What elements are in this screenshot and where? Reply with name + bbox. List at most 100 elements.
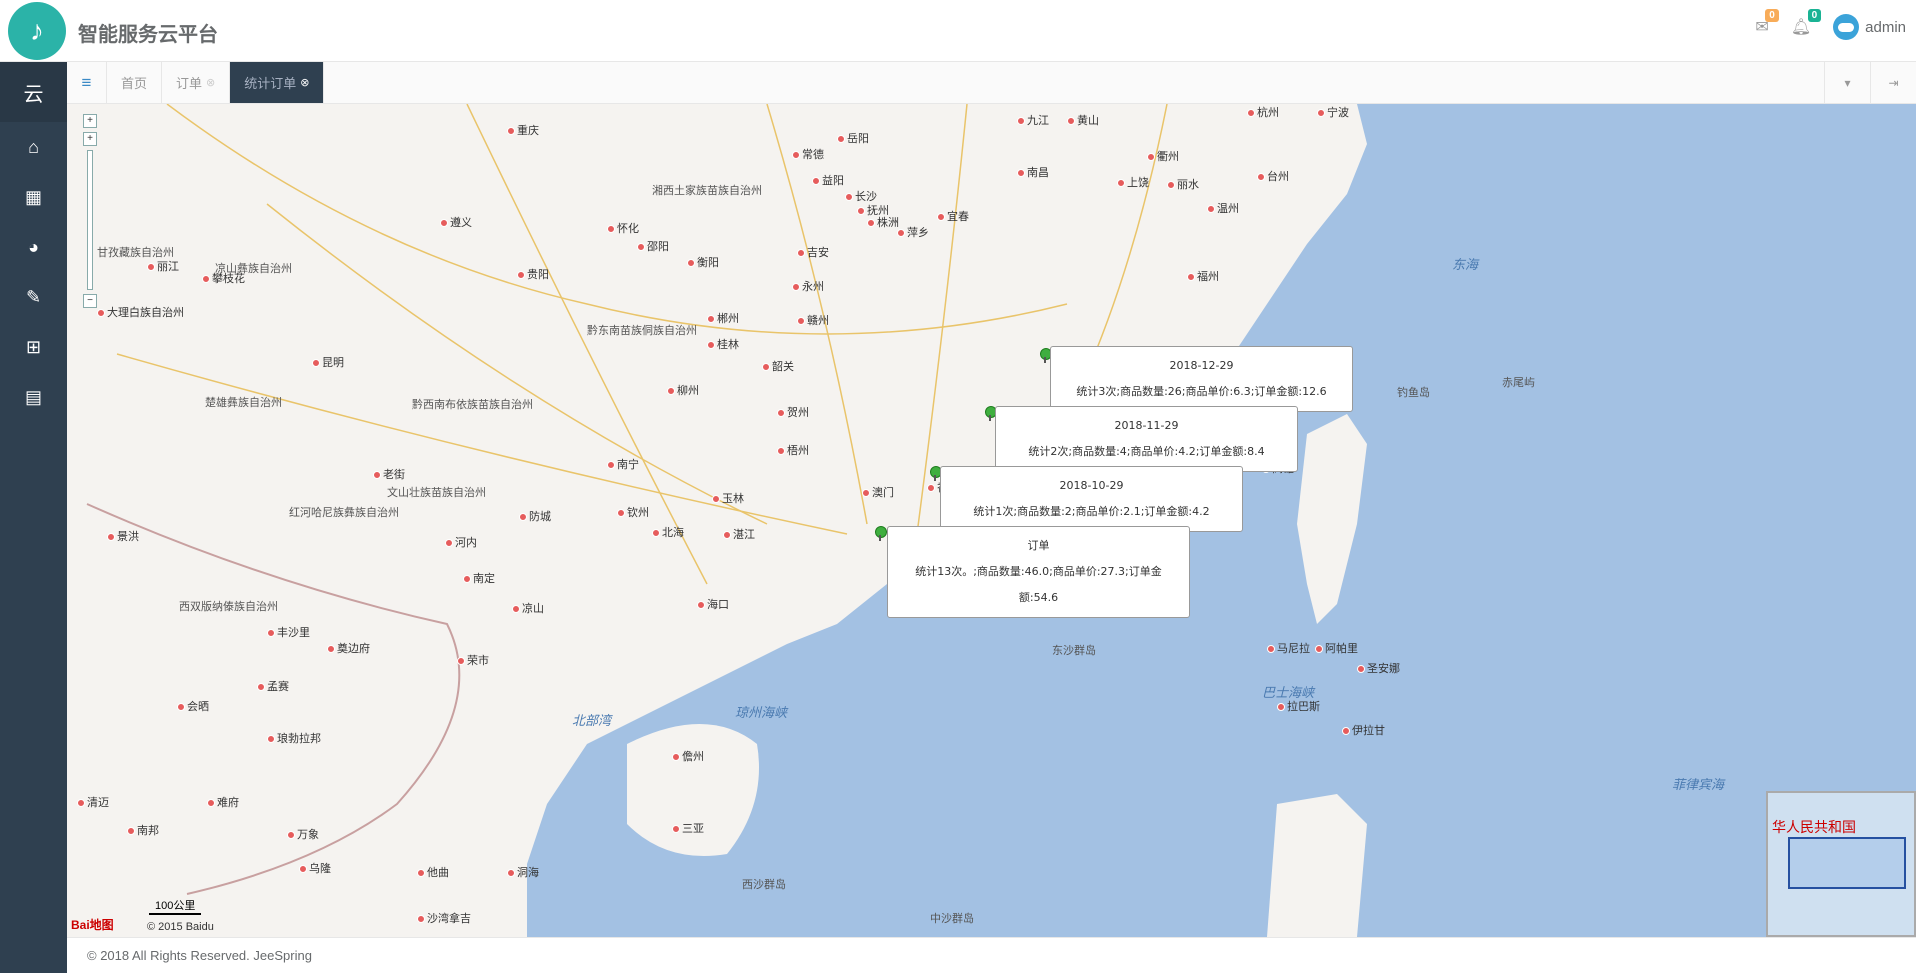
city-label: 防城 (519, 508, 551, 524)
city-label: 圣安娜 (1357, 660, 1400, 676)
zoom-out-button[interactable]: − (83, 294, 97, 308)
city-label: 清迈 (77, 794, 109, 810)
city-label: 黄山 (1067, 112, 1099, 128)
close-icon[interactable]: ⊗ (300, 76, 309, 89)
city-label: 韶关 (762, 358, 794, 374)
sidebar: 云 ⌂ ▦ ◕ ✎ ⊞ ▤ (0, 62, 67, 973)
city-label: 福州 (1187, 268, 1219, 284)
city-label: 温州 (1207, 200, 1239, 216)
overview-map[interactable]: 华人民共和国 (1766, 791, 1916, 937)
city-label: 阿帕里 (1315, 640, 1358, 656)
info-window-text: 统计2次;商品数量:4;商品单价:4.2;订单金额:8.4 (1028, 445, 1265, 458)
city-label: 衢州 (1147, 148, 1179, 164)
city-label: 赣州 (797, 312, 829, 328)
sidebar-item-home[interactable]: ⌂ (0, 122, 67, 172)
city-label: 丽江 (147, 258, 179, 274)
city-label: 邵阳 (637, 238, 669, 254)
city-label: 南宁 (607, 456, 639, 472)
notifications-button[interactable]: 🔔︎ 0 (1791, 9, 1822, 37)
baidu-logo: Bai地图 (71, 918, 114, 932)
logout-button[interactable]: ⇥ (1870, 62, 1916, 103)
sea-label: 北部湾 (572, 714, 612, 729)
island-label: 赤尾屿 (1502, 376, 1535, 389)
region-label: 凉山彝族自治州 (215, 262, 292, 275)
logo[interactable]: ♪ (8, 2, 66, 60)
city-label: 儋州 (672, 748, 704, 764)
tabs-dropdown-button[interactable]: ▾ (1824, 62, 1870, 103)
notifications-badge: 0 (1807, 9, 1822, 22)
zoom-in-button[interactable]: + (83, 132, 97, 146)
city-label: 凉山 (512, 600, 544, 616)
city-label: 桂林 (707, 336, 739, 352)
city-label: 他曲 (417, 864, 449, 880)
city-label: 洞海 (507, 864, 539, 880)
city-label: 南昌 (1017, 164, 1049, 180)
menu-toggle-button[interactable]: ≡ (67, 62, 107, 103)
close-icon[interactable]: ⊗ (206, 76, 215, 89)
pan-up-button[interactable]: + (83, 114, 97, 128)
sidebar-item-tools[interactable]: ✎ (0, 272, 67, 322)
info-window-text: 统计1次;商品数量:2;商品单价:2.1;订单金额:4.2 (973, 505, 1210, 518)
palette-icon: ◕ (28, 236, 39, 257)
map-marker[interactable] (875, 526, 887, 541)
info-window: 订单 统计13次。;商品数量:46.0;商品单价:27.3;订单金额:54.6 (887, 526, 1190, 618)
caret-down-icon: ▾ (1844, 75, 1851, 90)
city-label: 柳州 (667, 382, 699, 398)
map-canvas[interactable]: + + − 重庆 贵阳 昆明 南宁 长沙 南昌 杭州 台北 香港 澳门 海口 湛… (67, 104, 1916, 937)
city-label: 奠边府 (327, 640, 370, 656)
mail-button[interactable]: ✉ 0 (1755, 9, 1779, 37)
city-label: 三亚 (672, 820, 704, 836)
city-label: 难府 (207, 794, 239, 810)
zoom-slider[interactable] (87, 150, 93, 290)
city-label: 宁波 (1317, 104, 1349, 120)
sidebar-item-apps[interactable]: ⊞ (0, 322, 67, 372)
island-label: 东沙群岛 (1052, 644, 1096, 657)
city-label: 昆明 (312, 354, 344, 370)
region-label: 西双版纳傣族自治州 (179, 600, 278, 613)
map-marker[interactable] (930, 466, 942, 481)
city-label: 宜春 (937, 208, 969, 224)
city-label: 马尼拉 (1267, 640, 1310, 656)
sea-label: 菲律宾海 (1672, 778, 1725, 793)
sea-label: 巴士海峡 (1262, 686, 1315, 701)
map-icon: ▤ (24, 386, 42, 407)
city-label: 沙湾拿吉 (417, 910, 471, 926)
info-window-text: 统计13次。;商品数量:46.0;商品单价:27.3;订单金额:54.6 (915, 565, 1162, 604)
user-menu[interactable]: admin (1833, 14, 1906, 40)
city-label: 株洲 (867, 214, 899, 230)
city-label: 贵阳 (517, 266, 549, 282)
overview-viewport[interactable] (1788, 837, 1906, 889)
map-copyright: © 2015 Baidu (147, 921, 214, 933)
city-label: 琅勃拉邦 (267, 730, 321, 746)
map-marker[interactable] (985, 406, 997, 421)
city-label: 南邦 (127, 822, 159, 838)
city-label: 乌隆 (299, 860, 331, 876)
island-label: 中沙群岛 (930, 912, 974, 925)
city-label: 玉林 (712, 490, 744, 506)
tab-bar-actions: ▾ ⇥ (1824, 62, 1916, 103)
sidebar-item-palette[interactable]: ◕ (0, 222, 67, 272)
city-label: 永州 (792, 278, 824, 294)
city-label: 万象 (287, 826, 319, 842)
city-label: 景洪 (107, 528, 139, 544)
tab-orders[interactable]: 订单 ⊗ (162, 62, 231, 103)
sidebar-item-dashboard[interactable]: ▦ (0, 172, 67, 222)
city-label: 吉安 (797, 244, 829, 260)
city-label: 上饶 (1117, 174, 1149, 190)
info-window: 2018-10-29 统计1次;商品数量:2;商品单价:2.1;订单金额:4.2 (940, 466, 1243, 532)
map-marker[interactable] (1040, 348, 1052, 363)
city-label: 重庆 (507, 122, 539, 138)
region-label: 黔东南苗族侗族自治州 (587, 324, 697, 337)
tab-home[interactable]: 首页 (107, 62, 163, 103)
sidebar-brand[interactable]: 云 (0, 62, 67, 122)
tab-order-stats[interactable]: 统计订单 ⊗ (230, 62, 325, 103)
city-label: 老街 (373, 466, 405, 482)
region-label: 楚雄彝族自治州 (205, 396, 282, 409)
sidebar-item-map[interactable]: ▤ (0, 372, 67, 422)
city-label: 北海 (652, 524, 684, 540)
city-label: 丽水 (1167, 176, 1199, 192)
tabs: 首页 订单 ⊗ 统计订单 ⊗ (107, 62, 325, 103)
zoom-control: + + − (77, 114, 103, 312)
city-label: 大理白族自治州 (97, 304, 184, 320)
city-label: 河内 (445, 534, 477, 550)
